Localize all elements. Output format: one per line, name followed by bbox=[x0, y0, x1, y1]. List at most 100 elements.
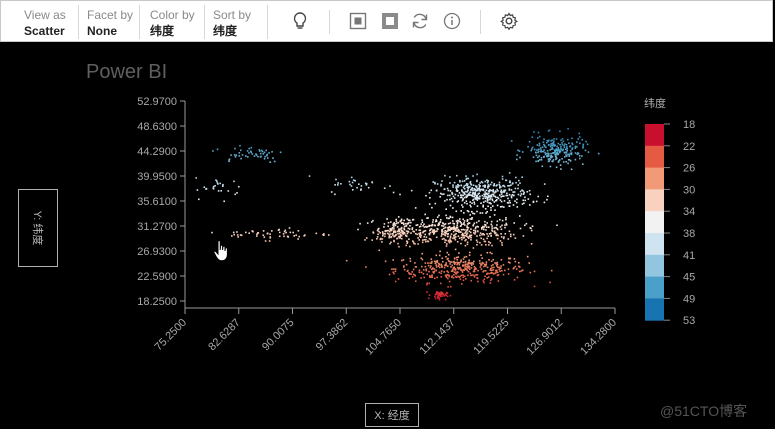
scatter-point bbox=[522, 235, 525, 237]
scatter-point bbox=[443, 227, 445, 230]
scatter-point bbox=[535, 154, 538, 157]
scatter-point bbox=[516, 158, 518, 161]
scatter-point bbox=[273, 160, 276, 163]
scatter-point bbox=[554, 144, 556, 146]
scatter-point bbox=[449, 182, 451, 184]
scatter-point bbox=[436, 216, 439, 218]
scatter-point bbox=[544, 151, 546, 154]
scatter-chart: 52.9700 48.6300 44.2900 39.9500 35.6100 31.27… bbox=[137, 96, 695, 358]
scatter-point bbox=[527, 198, 530, 200]
scatter-point bbox=[501, 244, 503, 246]
scatter-point bbox=[463, 256, 466, 258]
scatter-point bbox=[479, 182, 481, 184]
scatter-point bbox=[228, 160, 230, 163]
scatter-point bbox=[410, 189, 413, 192]
scatter-point bbox=[493, 227, 496, 229]
scatter-point bbox=[283, 235, 285, 238]
scatter-point bbox=[508, 185, 511, 187]
scatter-point bbox=[386, 218, 388, 220]
scatter-point bbox=[260, 149, 263, 152]
scatter-point bbox=[568, 142, 570, 144]
scatter-point bbox=[382, 235, 384, 237]
scatter-point bbox=[537, 137, 539, 139]
scatter-point bbox=[372, 231, 374, 233]
scatter-point bbox=[430, 265, 432, 267]
scatter-point bbox=[437, 262, 440, 265]
scatter-point bbox=[454, 248, 457, 251]
scatter-point bbox=[458, 263, 461, 266]
scatter-point bbox=[371, 181, 373, 183]
scatter-point bbox=[231, 235, 233, 237]
scatter-point bbox=[514, 200, 516, 202]
scatter-point bbox=[485, 193, 487, 195]
scatter-point bbox=[504, 226, 506, 229]
scatter-point bbox=[525, 222, 528, 225]
scatter-point bbox=[440, 183, 442, 186]
scatter-point bbox=[396, 230, 399, 233]
scatter-point bbox=[558, 150, 561, 152]
scatter-point bbox=[457, 262, 459, 264]
scatter-point bbox=[425, 236, 428, 238]
scatter-point bbox=[481, 189, 483, 191]
scatter-point bbox=[440, 264, 443, 266]
scatter-point bbox=[462, 258, 465, 260]
scatter-point bbox=[262, 230, 265, 232]
scatter-point bbox=[462, 279, 465, 282]
scatter-point bbox=[538, 144, 541, 147]
scatter-point bbox=[434, 224, 436, 227]
scatter-point bbox=[486, 199, 489, 201]
scatter-point bbox=[463, 220, 466, 222]
scatter-point bbox=[548, 139, 550, 142]
scatter-point bbox=[478, 198, 481, 200]
scatter-point bbox=[492, 258, 494, 261]
scatter-point bbox=[533, 285, 536, 288]
scatter-point bbox=[410, 273, 412, 275]
scatter-point bbox=[397, 242, 399, 245]
scatter-point bbox=[500, 236, 503, 238]
scatter-point bbox=[492, 205, 494, 207]
scatter-point bbox=[475, 226, 477, 228]
scatter-point bbox=[443, 237, 445, 240]
scatter-point bbox=[357, 228, 359, 231]
scatter-point bbox=[557, 142, 560, 145]
legend-label: 38 bbox=[683, 228, 695, 240]
scatter-point bbox=[483, 233, 485, 236]
scatter-point bbox=[481, 261, 484, 264]
scatter-point bbox=[564, 156, 566, 158]
scatter-point bbox=[292, 231, 294, 234]
scatter-point bbox=[585, 140, 587, 143]
scatter-point bbox=[484, 200, 487, 202]
scatter-point bbox=[491, 272, 494, 274]
scatter-point bbox=[472, 229, 475, 232]
scatter-point bbox=[388, 235, 391, 237]
scatter-point bbox=[496, 220, 499, 223]
scatter-point bbox=[282, 233, 285, 235]
scatter-point bbox=[427, 262, 429, 264]
scatter-point bbox=[427, 297, 430, 300]
scatter-point bbox=[236, 192, 238, 194]
scatter-point bbox=[469, 262, 472, 264]
scatter-point bbox=[233, 180, 235, 183]
scatter-point bbox=[412, 273, 415, 276]
scatter-point bbox=[530, 149, 532, 152]
scatter-point bbox=[482, 204, 484, 207]
scatter-point bbox=[584, 149, 587, 152]
scatter-point bbox=[436, 183, 439, 185]
scatter-point bbox=[452, 237, 454, 240]
scatter-point bbox=[462, 218, 464, 221]
scatter-point bbox=[389, 242, 391, 245]
scatter-point bbox=[429, 229, 431, 232]
scatter-point bbox=[499, 218, 501, 221]
scatter-point bbox=[567, 162, 569, 165]
legend-label: 49 bbox=[683, 293, 695, 305]
scatter-point bbox=[420, 277, 422, 279]
scatter-point bbox=[413, 230, 415, 233]
scatter-point bbox=[535, 151, 537, 154]
scatter-point bbox=[445, 294, 448, 296]
scatter-point bbox=[248, 147, 250, 150]
scatter-point bbox=[579, 157, 581, 160]
x-tick-label: 112.1437 bbox=[418, 317, 458, 357]
scatter-point bbox=[466, 195, 469, 198]
scatter-point bbox=[486, 233, 488, 235]
scatter-point bbox=[239, 234, 242, 236]
